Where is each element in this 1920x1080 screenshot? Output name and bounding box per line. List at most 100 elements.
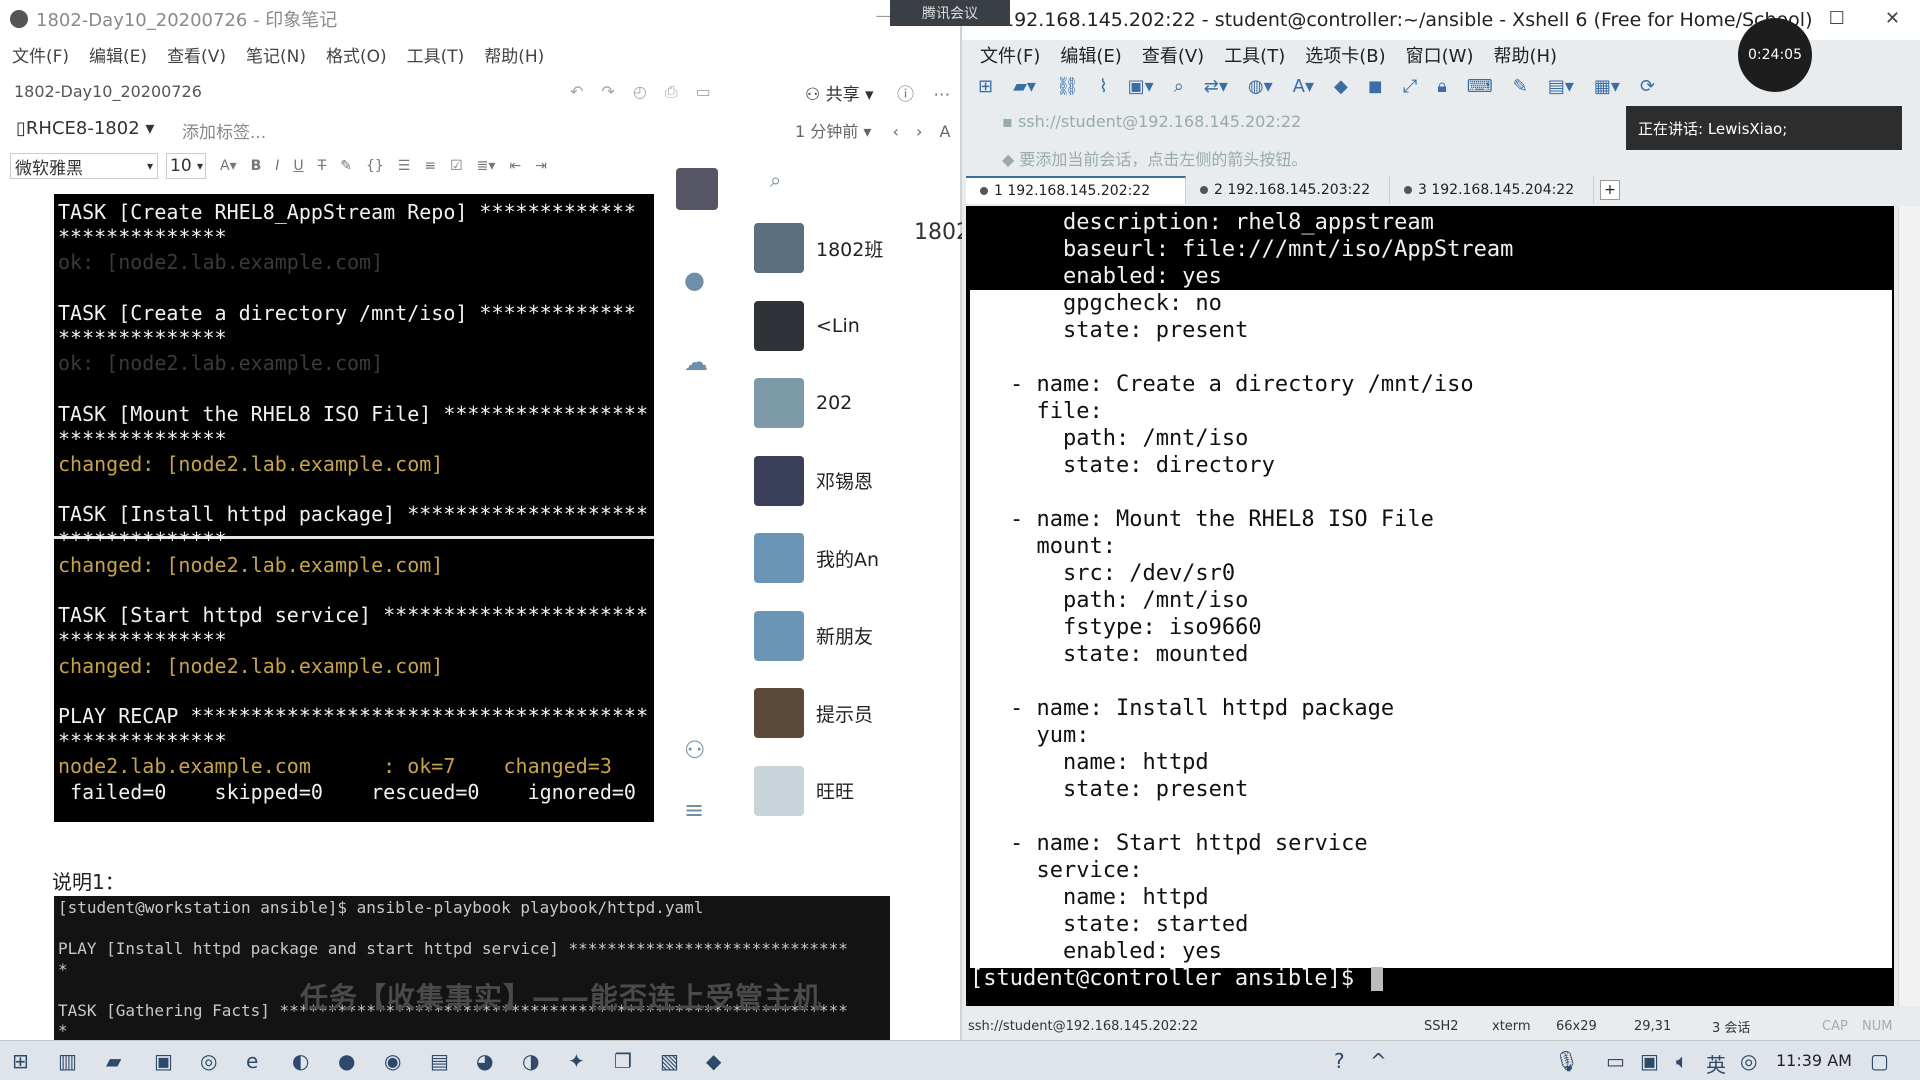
chevron-left-icon[interactable]: ‹	[892, 122, 898, 141]
notebook-selector[interactable]: ▯RHCE8-1802 ▾	[16, 118, 154, 139]
print-icon[interactable]: ⎙	[665, 82, 678, 102]
app-icon-7[interactable]: ✦	[568, 1049, 585, 1073]
chat-list-item[interactable]: 新朋友	[754, 608, 954, 664]
user-avatar[interactable]	[676, 168, 718, 210]
fullscreen-icon[interactable]: ⤢	[1403, 76, 1417, 97]
xshell-task-icon[interactable]: ▤	[430, 1049, 449, 1073]
session-tab[interactable]: 2 192.168.145.203:22	[1186, 176, 1390, 204]
reminder-icon[interactable]: ◴	[633, 82, 647, 102]
sync-icon[interactable]: ⟳	[1640, 76, 1655, 97]
notification-icon[interactable]: ▢	[1870, 1049, 1889, 1073]
windows-start-icon[interactable]: ⊞	[12, 1049, 29, 1073]
menu-item[interactable]: 窗口(W)	[1406, 42, 1474, 68]
bullet-list-icon[interactable]: ☰	[398, 158, 411, 174]
add-tag-field[interactable]: 添加标签...	[182, 118, 266, 143]
strikethrough-icon[interactable]: T	[318, 158, 327, 174]
meeting-badge[interactable]: 腾讯会议	[890, 0, 1010, 26]
edge-icon[interactable]: e	[246, 1049, 258, 1073]
menu-item[interactable]: 格式(O)	[326, 42, 387, 67]
network-icon[interactable]: ▣	[1640, 1049, 1659, 1073]
address-bar[interactable]: ▪ ssh://student@192.168.145.202:22	[1002, 112, 1301, 131]
underline-icon[interactable]: U	[293, 158, 303, 174]
link-icon[interactable]: ⛓	[1056, 76, 1079, 97]
close-icon[interactable]: ✕	[1885, 8, 1900, 29]
open-folder-icon[interactable]: ▰▾	[1013, 76, 1036, 97]
app-tray-icon[interactable]: ◎	[1740, 1049, 1757, 1073]
chat-bubble-icon[interactable]: ●	[684, 266, 705, 294]
code-icon[interactable]: {}	[366, 158, 384, 174]
chat-list-item[interactable]: 我的An	[754, 530, 954, 586]
share-button[interactable]: ⚇ 共享 ▾ ⓘ ⋯	[805, 80, 950, 105]
task-view-icon[interactable]: ▥	[58, 1049, 77, 1073]
menu-item[interactable]: 笔记(N)	[246, 42, 306, 67]
terminal-area[interactable]: description: rhel8_appstream baseurl: fi…	[966, 206, 1894, 1006]
bold-icon[interactable]: B	[251, 158, 262, 174]
more-icon[interactable]: ⋯	[933, 85, 950, 105]
app-icon-10[interactable]: ◆	[706, 1049, 721, 1073]
menu-item[interactable]: 编辑(E)	[1060, 42, 1121, 68]
browser-icon[interactable]: ◎	[200, 1049, 217, 1073]
menu-item[interactable]: 文件(F)	[12, 42, 69, 67]
menu-item[interactable]: 工具(T)	[1224, 42, 1285, 68]
contacts-icon[interactable]: ⚇	[684, 736, 706, 764]
menu-item[interactable]: 工具(T)	[407, 42, 465, 67]
font-family-select[interactable]: 微软雅黑 ▾	[10, 153, 158, 179]
search-icon[interactable]: ⌕	[770, 168, 781, 192]
chat-list-item[interactable]: 提示员	[754, 685, 954, 741]
tray-up-icon[interactable]: ^	[1370, 1049, 1387, 1073]
menu-item[interactable]: 查看(V)	[1142, 42, 1204, 68]
menu-item[interactable]: 查看(V)	[167, 42, 226, 67]
checkbox-icon[interactable]: ☑	[450, 158, 463, 174]
font-size-select[interactable]: 10 ▾	[166, 153, 206, 179]
help-icon[interactable]: ?	[1334, 1049, 1345, 1073]
compose-icon[interactable]: ✎	[1513, 76, 1528, 97]
bookmark-icon[interactable]: ◆	[1002, 150, 1014, 169]
ime-icon[interactable]: 英	[1706, 1049, 1726, 1078]
chat-list-item[interactable]: <Lin	[754, 298, 954, 354]
volume-icon[interactable]: 🔈︎	[1676, 1049, 1688, 1073]
layout-icon[interactable]: ▤▾	[1548, 76, 1574, 97]
find-icon[interactable]: ⌕	[1174, 76, 1184, 97]
lock-icon[interactable]: 🔒︎	[1437, 76, 1447, 97]
redo-icon[interactable]: ↷	[601, 82, 614, 102]
session-tab[interactable]: 1 192.168.145.202:22	[966, 176, 1186, 204]
file-explorer-icon[interactable]: ▰	[106, 1049, 121, 1073]
font-a-icon[interactable]: A	[939, 122, 950, 141]
app-icon-8[interactable]: ❐	[614, 1049, 632, 1073]
maximize-icon[interactable]: ☐	[1829, 8, 1845, 29]
app-icon-1[interactable]: ▣	[154, 1049, 173, 1073]
numbered-list-icon[interactable]: ≡	[424, 158, 436, 174]
menu-item[interactable]: 编辑(E)	[89, 42, 147, 67]
record-icon[interactable]: ◼	[1368, 76, 1383, 97]
app-icon-6[interactable]: ◑	[522, 1049, 539, 1073]
info-icon[interactable]: ⓘ	[897, 85, 914, 105]
menu-item[interactable]: 帮助(H)	[1493, 42, 1557, 68]
menu-icon[interactable]: ≡	[684, 796, 704, 824]
shell-prompt[interactable]: [student@controller ansible]$	[970, 966, 1384, 991]
highlight-icon[interactable]: ✎	[340, 158, 352, 174]
new-tab-button[interactable]: +	[1600, 180, 1620, 200]
cloud-icon[interactable]: ☁	[684, 348, 708, 376]
chevron-right-icon[interactable]: ›	[916, 122, 922, 141]
mic-icon[interactable]: 🎙︎	[1554, 1049, 1579, 1073]
menu-item[interactable]: 文件(F)	[980, 42, 1040, 68]
properties-icon[interactable]: ▣▾	[1128, 76, 1154, 97]
app-icon-2[interactable]: ◐	[292, 1049, 309, 1073]
app-icon-5[interactable]: ◕	[476, 1049, 493, 1073]
transfer-icon[interactable]: ⇄▾	[1204, 76, 1228, 97]
chat-list-item[interactable]: 202	[754, 375, 954, 431]
align-icon[interactable]: ≣▾	[477, 158, 496, 174]
app-icon-4[interactable]: ◉	[384, 1049, 401, 1073]
italic-icon[interactable]: I	[275, 158, 279, 174]
tile-icon[interactable]: ▦▾	[1594, 76, 1620, 97]
app-icon-9[interactable]: ▧	[660, 1049, 679, 1073]
globe-icon[interactable]: ◍▾	[1248, 76, 1273, 97]
disconnect-icon[interactable]: ⌇	[1099, 76, 1108, 97]
keyboard-icon[interactable]: ⌨	[1467, 76, 1493, 97]
indent-icon[interactable]: ⇥	[535, 158, 547, 174]
new-session-icon[interactable]: ⊞	[978, 76, 993, 97]
script-icon[interactable]: ◆	[1334, 76, 1348, 97]
session-tab[interactable]: 3 192.168.145.204:22	[1390, 176, 1594, 204]
battery-icon[interactable]: ▭	[1606, 1049, 1625, 1073]
outdent-icon[interactable]: ⇤	[509, 158, 521, 174]
